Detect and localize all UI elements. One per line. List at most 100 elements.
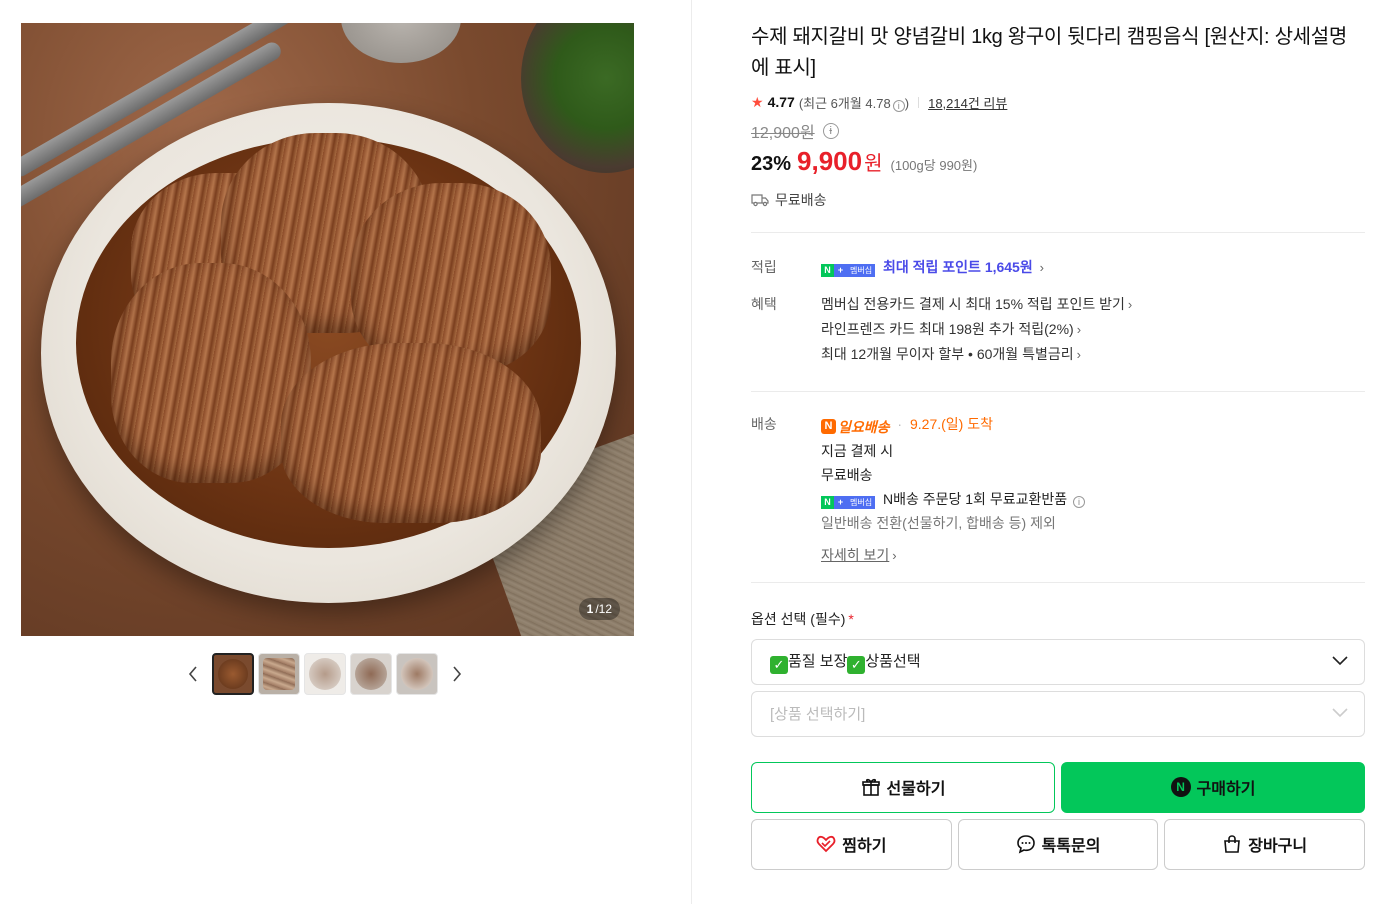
thumbnail-4[interactable] xyxy=(350,653,392,695)
benefits-block: 혜택 멤버십 전용카드 결제 시 최대 15% 적립 포인트 받기 › 라인프렌즈… xyxy=(751,292,1365,367)
points-content[interactable]: N + 멤버십 최대 적립 포인트 1,645원 › xyxy=(821,255,1365,280)
heart-icon xyxy=(816,835,836,853)
chevron-right-icon: › xyxy=(1076,322,1082,337)
divider xyxy=(751,232,1365,233)
original-price: 12,900원 i xyxy=(751,120,1365,142)
thumb-next-button[interactable] xyxy=(446,653,468,695)
chevron-right-icon: › xyxy=(892,547,897,563)
thumbnail-2[interactable] xyxy=(258,653,300,695)
divider xyxy=(918,96,920,108)
primary-actions: 선물하기 N 구매하기 xyxy=(751,761,1365,813)
shipping-text: 무료배송 xyxy=(775,192,827,208)
currency-unit: 원 xyxy=(864,153,883,175)
side-dish-decoration xyxy=(521,23,634,173)
option-select-2[interactable]: [상품 선택하기] xyxy=(751,690,1365,737)
option-select-1[interactable]: ✓ 품질 보장 ✓ 상품선택 xyxy=(751,638,1365,685)
delivery-line: 무료배송 xyxy=(821,466,873,483)
image-counter-current: 1 xyxy=(586,602,594,616)
talk-button[interactable]: 톡톡문의 xyxy=(957,818,1159,870)
arrival-date: 9.27.(일) 도착 xyxy=(909,416,993,432)
wish-button[interactable]: 찜하기 xyxy=(751,818,952,870)
badge-plus: + xyxy=(834,264,847,277)
delivery-note: 일반배송 전환(선물하기, 합배송 등) 제외 xyxy=(821,514,1056,531)
product-gallery: 1 /12 xyxy=(0,0,692,904)
shopping-bag-icon xyxy=(1224,835,1241,853)
chevron-left-icon xyxy=(188,666,197,682)
naver-membership-badge: N + 멤버십 xyxy=(821,495,876,509)
thumbnail-5[interactable] xyxy=(396,653,438,695)
benefit-item[interactable]: 최대 12개월 무이자 할부 • 60개월 특별금리 › xyxy=(821,342,1365,367)
thumbnail-1[interactable] xyxy=(212,653,254,695)
points-label: 적립 xyxy=(751,259,777,275)
badge-membership: 멤버십 xyxy=(847,495,876,509)
rating-row: ★ 4.77 (최근 6개월 4.78 i) 18,214건 리뷰 xyxy=(751,92,1365,112)
unit-price: (100g당 990원) xyxy=(890,158,978,173)
recent-rating-text: (최근 6개월 4.78 xyxy=(798,95,891,111)
gift-button[interactable]: 선물하기 xyxy=(751,761,1055,813)
talk-label: 톡톡문의 xyxy=(1041,838,1101,855)
thumb-prev-button[interactable] xyxy=(182,653,204,695)
divider xyxy=(751,391,1365,392)
sunday-delivery-badge: N 일요배송 xyxy=(821,415,890,439)
benefits-label: 혜택 xyxy=(751,296,777,312)
image-counter-total: /12 xyxy=(595,602,612,616)
thumbnail-list xyxy=(212,653,438,695)
badge-n: N xyxy=(821,419,836,434)
info-icon[interactable]: i xyxy=(822,123,839,139)
info-icon[interactable]: i xyxy=(1073,495,1085,508)
option-text-1: 품질 보장 xyxy=(788,652,848,670)
delivery-content: N 일요배송 · 9.27.(일) 도착 지금 결제 시 무료배송 N + 멤버십 N… xyxy=(821,412,1365,568)
more-link-row: 자세히 보기 › xyxy=(821,543,1365,568)
chevron-down-icon xyxy=(1332,705,1348,722)
discount-rate: 23% xyxy=(751,153,792,175)
review-count-link[interactable]: 18,214건 리뷰 xyxy=(928,93,1007,112)
chevron-right-icon: › xyxy=(1127,297,1133,312)
chevron-right-icon: › xyxy=(1039,260,1044,275)
cart-button[interactable]: 장바구니 xyxy=(1164,818,1366,870)
benefit-text: 최대 12개월 무이자 할부 • 60개월 특별금리 xyxy=(821,346,1074,362)
sunday-delivery-text: 일요배송 xyxy=(838,418,890,435)
delivery-arrival-line: N 일요배송 · 9.27.(일) 도착 xyxy=(821,412,1365,439)
cart-label: 장바구니 xyxy=(1248,838,1308,855)
chevron-right-icon: › xyxy=(1076,347,1081,362)
gift-label: 선물하기 xyxy=(886,781,946,798)
benefit-text: 라인프렌즈 카드 최대 198원 추가 적립(2%) xyxy=(821,321,1074,337)
thumbnail-3[interactable] xyxy=(304,653,346,695)
thumbnail-strip xyxy=(182,653,468,695)
rib-piece xyxy=(281,343,541,523)
naver-pay-icon: N xyxy=(1170,777,1191,797)
info-icon[interactable]: i xyxy=(892,99,905,112)
more-details-link[interactable]: 자세히 보기 xyxy=(821,547,889,563)
exchange-line: N + 멤버십 N배송 주문당 1회 무료교환반품 i xyxy=(821,487,1365,511)
star-icon: ★ xyxy=(751,93,764,110)
secondary-actions: 찜하기 톡톡문의 장바구니 xyxy=(751,818,1366,870)
delivery-label: 배송 xyxy=(751,416,777,432)
shipping-row: 무료배송 xyxy=(751,190,1365,210)
gift-icon xyxy=(861,778,880,796)
buy-label: 구매하기 xyxy=(1196,781,1256,798)
divider xyxy=(751,581,1365,583)
recent-rating: (최근 6개월 4.78 i) xyxy=(799,93,909,112)
rating-value: 4.77 xyxy=(767,94,795,110)
badge-n: N xyxy=(821,495,834,509)
benefit-item[interactable]: 라인프렌즈 카드 최대 198원 추가 적립(2%) › xyxy=(821,317,1365,342)
image-counter: 1 /12 xyxy=(578,598,620,620)
max-points-text: 최대 적립 포인트 1,645원 xyxy=(882,259,1033,275)
dot-separator: · xyxy=(897,416,903,432)
option-select-2-placeholder: [상품 선택하기] xyxy=(770,706,866,723)
benefits-content: 멤버십 전용카드 결제 시 최대 15% 적립 포인트 받기 › 라인프렌즈 카드… xyxy=(821,292,1365,367)
sale-price: 9,900 xyxy=(797,146,863,176)
badge-plus: + xyxy=(834,495,847,509)
benefit-item[interactable]: 멤버십 전용카드 결제 시 최대 15% 적립 포인트 받기 › xyxy=(821,292,1365,317)
checkmark-icon: ✓ xyxy=(847,655,866,674)
buy-button[interactable]: N 구매하기 xyxy=(1061,761,1365,813)
product-main-image[interactable]: 1 /12 xyxy=(21,23,634,636)
delivery-block: 배송 N 일요배송 · 9.27.(일) 도착 지금 결제 시 무료배송 N + 멤버… xyxy=(751,412,1365,568)
badge-n: N xyxy=(821,264,834,277)
product-info: 수제 돼지갈비 맛 양념갈비 1kg 왕구이 뒷다리 캠핑음식 [원산지: 상세… xyxy=(751,22,1366,870)
exchange-text: N배송 주문당 1회 무료교환반품 xyxy=(882,490,1068,507)
chat-bubble-icon xyxy=(1016,835,1035,854)
recent-rating-close: ) xyxy=(904,95,910,111)
price-row: 23% 9,900 원 (100g당 990원) xyxy=(751,146,1365,178)
truck-icon xyxy=(751,194,769,207)
